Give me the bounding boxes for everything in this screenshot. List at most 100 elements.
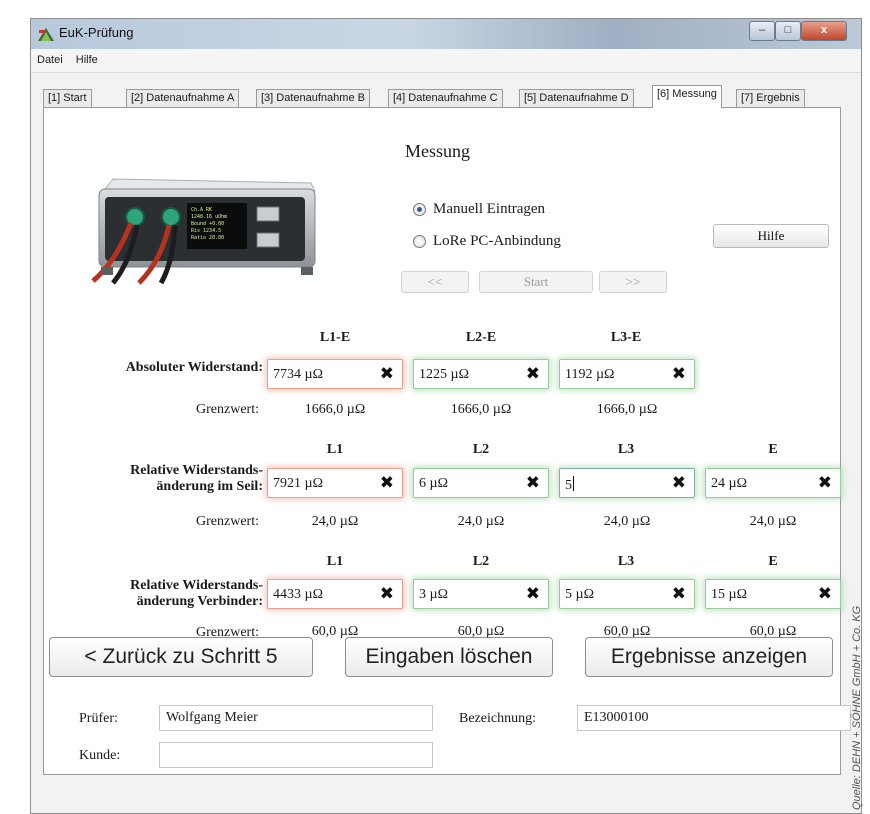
menu-datei[interactable]: Datei (31, 49, 67, 66)
limit-abs-l3-e: 1666,0 µΩ (596, 402, 658, 417)
tab-datenaufnahme-c[interactable]: [4] Datenaufnahme C (388, 89, 503, 107)
clear-inputs-button[interactable]: Eingaben löschen (345, 637, 553, 677)
radio-manual-label: Manuell Eintragen (433, 201, 546, 217)
pruefer-input[interactable]: Wolfgang Meier (159, 705, 433, 731)
abs-l2-e-field[interactable]: 1225 µΩ ✖ (413, 359, 549, 389)
prev-button[interactable]: << (401, 271, 469, 293)
radio-pc-dot[interactable] (413, 235, 426, 248)
row-label-verbinder: Relative Widerstands- änderung Verbinder… (63, 578, 263, 610)
clear-icon[interactable]: ✖ (818, 473, 832, 493)
clear-icon[interactable]: ✖ (380, 473, 394, 493)
clear-icon[interactable]: ✖ (380, 364, 394, 384)
verbinder-e-field[interactable]: 15 µΩ ✖ (705, 579, 841, 609)
clear-icon[interactable]: ✖ (672, 473, 686, 493)
pruefer-label: Prüfer: (79, 711, 118, 726)
app-window: EuK-Prüfung – □ x Datei Hilfe [1] Start … (30, 18, 862, 814)
verbinder-l2-field[interactable]: 3 µΩ ✖ (413, 579, 549, 609)
seil-l2-value: 6 µΩ (419, 476, 448, 491)
clear-icon[interactable]: ✖ (380, 584, 394, 604)
back-button[interactable]: < Zurück zu Schritt 5 (49, 637, 313, 677)
menu-hilfe[interactable]: Hilfe (70, 49, 102, 66)
verbinder-l2-value: 3 µΩ (419, 587, 448, 602)
svg-text:Ris 1234.5: Ris 1234.5 (191, 228, 221, 234)
verbinder-l1-field[interactable]: 4433 µΩ ✖ (267, 579, 403, 609)
clear-icon[interactable]: ✖ (526, 473, 540, 493)
svg-text:Ch.A RK: Ch.A RK (191, 207, 212, 213)
radio-pc-connection[interactable]: LoRe PC-Anbindung (413, 233, 561, 250)
title-bar[interactable]: EuK-Prüfung – □ x (31, 19, 861, 49)
radio-manual[interactable]: Manuell Eintragen (413, 201, 545, 218)
abs-l2-e-value: 1225 µΩ (419, 367, 469, 382)
maximize-button[interactable]: □ (775, 21, 801, 41)
tab-start[interactable]: [1] Start (43, 89, 92, 107)
tab-datenaufnahme-b[interactable]: [3] Datenaufnahme B (256, 89, 370, 107)
clear-icon[interactable]: ✖ (526, 364, 540, 384)
header-e: E (768, 554, 778, 569)
tab-ergebnis[interactable]: [7] Ergebnis (736, 89, 805, 107)
svg-text:Bound +0.00: Bound +0.00 (191, 221, 224, 227)
show-results-button[interactable]: Ergebnisse anzeigen (585, 637, 833, 677)
clear-icon[interactable]: ✖ (672, 364, 686, 384)
clear-icon[interactable]: ✖ (526, 584, 540, 604)
row-label-verbinder-line2: änderung Verbinder: (136, 594, 263, 609)
next-button[interactable]: >> (599, 271, 667, 293)
limit-abs-l2-e: 1666,0 µΩ (450, 402, 512, 417)
clear-icon[interactable]: ✖ (818, 584, 832, 604)
verbinder-l3-value: 5 µΩ (565, 587, 594, 602)
row-label-seil-line2: änderung im Seil: (156, 479, 263, 494)
limit-seil-e: 24,0 µΩ (749, 514, 797, 529)
tab-datenaufnahme-d[interactable]: [5] Datenaufnahme D (519, 89, 634, 107)
tab-messung[interactable]: [6] Messung (652, 85, 722, 108)
seil-l3-text: 5 (565, 478, 572, 493)
verbinder-l3-field[interactable]: 5 µΩ ✖ (559, 579, 695, 609)
start-button[interactable]: Start (479, 271, 593, 293)
help-button[interactable]: Hilfe (713, 224, 829, 248)
grenzwert-label: Grenzwert: (196, 514, 259, 529)
seil-l2-field[interactable]: 6 µΩ ✖ (413, 468, 549, 498)
seil-e-field[interactable]: 24 µΩ ✖ (705, 468, 841, 498)
abs-l1-e-field[interactable]: 7734 µΩ ✖ (267, 359, 403, 389)
bezeichnung-input[interactable]: E13000100 (577, 705, 851, 731)
bezeichnung-label: Bezeichnung: (459, 711, 536, 726)
grenzwert-label: Grenzwert: (196, 402, 259, 417)
header-l1: L1 (326, 554, 344, 569)
abs-l3-e-value: 1192 µΩ (565, 367, 615, 382)
svg-text:1248.16 uOhm: 1248.16 uOhm (191, 214, 227, 220)
row-label-absolute: Absoluter Widerstand: (125, 360, 263, 375)
app-icon (38, 28, 54, 41)
header-l3-e: L3-E (610, 330, 642, 345)
close-button[interactable]: x (801, 21, 847, 41)
header-l2: L2 (472, 442, 490, 457)
window-title: EuK-Prüfung (59, 25, 134, 40)
text-caret (573, 476, 574, 491)
header-l1: L1 (326, 442, 344, 457)
header-l2-e: L2-E (465, 330, 497, 345)
minimize-button[interactable]: – (749, 21, 775, 41)
seil-l3-value: 5 (565, 476, 574, 494)
limit-seil-l1: 24,0 µΩ (311, 514, 359, 529)
seil-l1-value: 7921 µΩ (273, 476, 323, 491)
limit-seil-l2: 24,0 µΩ (457, 514, 505, 529)
source-credit: Quelle: DEHN + SÖHNE GmbH + Co. KG (851, 605, 863, 810)
limit-abs-l1-e: 1666,0 µΩ (304, 402, 366, 417)
clear-icon[interactable]: ✖ (672, 584, 686, 604)
header-l3: L3 (617, 554, 635, 569)
abs-l3-e-field[interactable]: 1192 µΩ ✖ (559, 359, 695, 389)
seil-l1-field[interactable]: 7921 µΩ ✖ (267, 468, 403, 498)
menu-bar: Datei Hilfe (31, 49, 861, 73)
header-l2: L2 (472, 554, 490, 569)
row-label-seil-line1: Relative Widerstands- (130, 463, 263, 478)
seil-e-value: 24 µΩ (711, 476, 747, 491)
seil-l3-field[interactable]: 5 ✖ (559, 468, 695, 498)
radio-manual-dot[interactable] (413, 203, 426, 216)
radio-pc-label: LoRe PC-Anbindung (433, 233, 561, 249)
measuring-device-image: Ch.A RK1248.16 uOhm Bound +0.00Ris 1234.… (91, 178, 316, 285)
verbinder-e-value: 15 µΩ (711, 587, 747, 602)
kunde-input[interactable] (159, 742, 433, 768)
header-e: E (768, 442, 778, 457)
row-label-verbinder-line1: Relative Widerstands- (130, 578, 263, 593)
tab-datenaufnahme-a[interactable]: [2] Datenaufnahme A (126, 89, 240, 107)
limit-seil-l3: 24,0 µΩ (603, 514, 651, 529)
svg-text:Ratio 20.00: Ratio 20.00 (191, 235, 224, 241)
header-l1-e: L1-E (319, 330, 351, 345)
